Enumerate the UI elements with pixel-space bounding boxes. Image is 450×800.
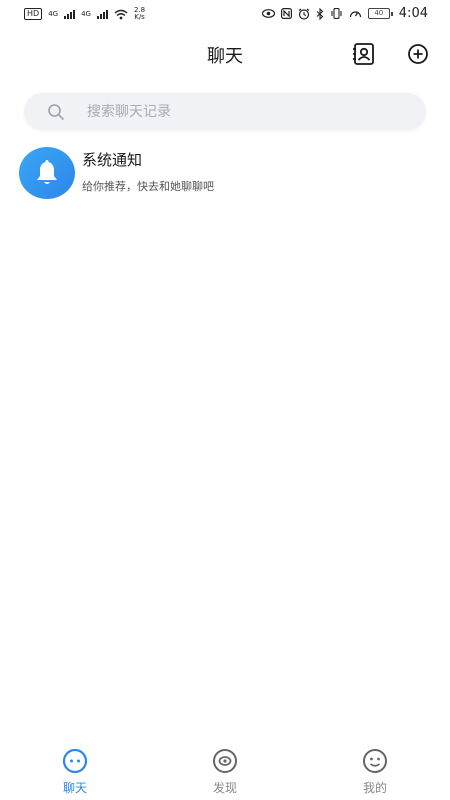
header: 聊天 (0, 32, 450, 76)
bluetooth-icon (316, 7, 324, 20)
hd-badge: HD (24, 8, 43, 20)
add-button[interactable] (407, 43, 429, 65)
signal-icon (64, 9, 76, 19)
bottom-tab-bar: 聊天 发现 我的 (0, 740, 450, 800)
alarm-icon (298, 8, 310, 20)
add-circle-icon (408, 44, 428, 64)
profile-icon (363, 749, 387, 773)
eye-icon (261, 9, 275, 18)
tab-profile-label: 我的 (362, 781, 387, 795)
conversation-system-notification[interactable]: 系统通知 给你推荐，快去和她聊聊吧 (0, 143, 450, 203)
vibrate-icon (331, 8, 342, 19)
status-left: HD 4G 4G 2.8 K/s (24, 7, 145, 21)
search-input[interactable] (87, 93, 407, 130)
network-speed: 2.8 K/s (134, 7, 145, 21)
contacts-icon (353, 43, 374, 65)
tab-discover[interactable]: 发现 (185, 748, 265, 796)
tab-chat-label: 聊天 (62, 781, 87, 795)
avatar (19, 147, 75, 199)
network-type-2: 4G (81, 10, 91, 18)
speed-gauge-icon (349, 11, 361, 18)
bell-icon (37, 160, 57, 184)
discover-icon (213, 749, 237, 773)
status-right: 40 4:04 (261, 6, 428, 21)
signal-icon-2 (96, 9, 108, 19)
chat-screen: HD 4G 4G 2.8 K/s 40 4:04 聊天 搜索聊天记录 系统通知 … (0, 0, 450, 800)
nfc-icon (280, 8, 292, 19)
page-title: 聊天 (207, 46, 243, 67)
battery-level: 40 (367, 8, 390, 19)
contacts-button[interactable] (352, 42, 376, 66)
clock: 4:04 (398, 6, 428, 21)
wifi-icon (114, 9, 128, 19)
conversation-preview: 给你推荐，快去和她聊聊吧 (82, 180, 214, 193)
network-type-1: 4G (48, 10, 59, 18)
tab-chat[interactable]: 聊天 (35, 748, 115, 796)
conversation-title: 系统通知 (82, 151, 143, 169)
search-icon (48, 104, 64, 120)
chat-icon (62, 748, 88, 774)
speed-unit: K/s (134, 13, 145, 21)
status-bar: HD 4G 4G 2.8 K/s 40 4:04 (0, 0, 450, 28)
battery-icon: 40 (367, 8, 393, 19)
search-bar[interactable] (24, 93, 426, 130)
tab-discover-label: 发现 (212, 781, 237, 795)
tab-profile[interactable]: 我的 (335, 748, 415, 796)
